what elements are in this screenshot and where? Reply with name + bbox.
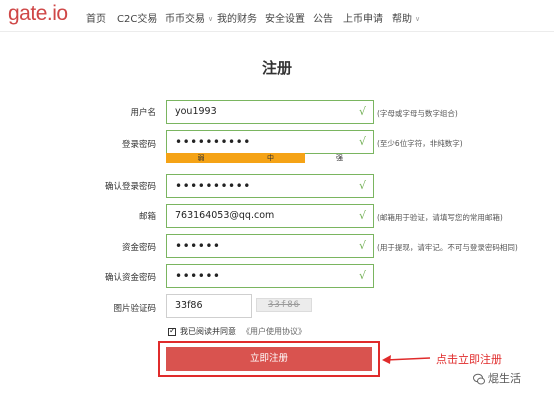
chevron-down-icon: ∨	[208, 15, 214, 23]
agreement-row: 我已阅读并同意《用户使用协议》	[168, 326, 306, 337]
nav-security[interactable]: 安全设置	[265, 10, 305, 25]
login-password-label: 登录密码	[121, 140, 156, 150]
confirm-fund-password-label: 确认资金密码	[104, 273, 156, 283]
check-icon: √	[358, 239, 366, 252]
nav-coin-trade[interactable]: 币币交易 ∨	[165, 10, 213, 25]
login-password-input[interactable]: •••••••••• √	[166, 130, 374, 154]
nav-help-label: 帮助	[392, 14, 412, 25]
check-icon: √	[358, 179, 366, 192]
email-hint: (邮箱用于验证，请填写您的常用邮箱)	[377, 213, 503, 222]
fund-password-hint: (用于提现，请牢记。不可与登录密码相同)	[377, 243, 518, 252]
nav-c2c[interactable]: C2C交易	[117, 10, 157, 25]
user-agreement-link[interactable]: 《用户使用协议》	[242, 327, 306, 336]
watermark: 焜生活	[473, 370, 521, 386]
password-strength-meter: 弱 中 强	[166, 153, 374, 163]
arrow-icon	[382, 355, 431, 364]
captcha-value: 33f86	[175, 300, 203, 311]
login-password-hint: (至少6位字符，非纯数字)	[377, 139, 463, 148]
watermark-text: 焜生活	[488, 372, 521, 385]
strength-weak-segment: 弱	[166, 153, 236, 163]
confirm-login-password-input[interactable]: •••••••••• √	[166, 174, 374, 198]
check-icon: √	[358, 269, 366, 282]
captcha-input[interactable]: 33f86	[166, 294, 252, 318]
nav-help[interactable]: 帮助 ∨	[392, 10, 420, 25]
nav-coin-trade-label: 币币交易	[165, 14, 205, 25]
logo-suffix: io	[52, 2, 68, 25]
chat-bubble-icon	[473, 373, 485, 385]
register-button[interactable]: 立即注册	[166, 347, 372, 371]
annotation-text: 点击立即注册	[436, 353, 502, 366]
nav-notice[interactable]: 公告	[313, 10, 333, 25]
check-icon: √	[358, 135, 366, 148]
captcha-image[interactable]: 33f86	[256, 298, 312, 312]
nav-listing[interactable]: 上币申请	[343, 10, 383, 25]
email-label: 邮箱	[138, 212, 156, 222]
confirm-fund-password-input[interactable]: •••••• √	[166, 264, 374, 288]
login-password-value: ••••••••••	[175, 135, 251, 149]
confirm-login-password-label: 确认登录密码	[104, 182, 156, 192]
strength-medium-segment: 中	[236, 153, 305, 163]
username-value: you1993	[175, 106, 217, 117]
email-value: 763164053@qq.com	[175, 210, 275, 221]
nav-my-finance[interactable]: 我的财务	[217, 10, 257, 25]
check-icon: √	[358, 105, 366, 118]
agreement-checkbox[interactable]	[168, 326, 176, 336]
top-navigation-bar: gate.io 首页 C2C交易 币币交易 ∨ 我的财务 安全设置 公告 上币申请…	[0, 0, 554, 32]
confirm-login-password-value: ••••••••••	[175, 179, 251, 193]
logo-text: gate	[8, 2, 47, 25]
chevron-down-icon: ∨	[415, 15, 421, 23]
nav-home[interactable]: 首页	[86, 10, 106, 25]
check-icon: √	[358, 209, 366, 222]
username-input[interactable]: you1993 √	[166, 100, 374, 124]
fund-password-value: ••••••	[175, 239, 221, 253]
username-hint: (字母或字母与数字组合)	[377, 109, 458, 118]
page-title: 注册	[261, 59, 292, 77]
strength-strong-segment: 强	[336, 154, 343, 162]
confirm-fund-password-value: ••••••	[175, 269, 221, 283]
username-label: 用户名	[130, 108, 156, 118]
captcha-label: 图片验证码	[113, 304, 156, 314]
fund-password-label: 资金密码	[121, 243, 156, 253]
fund-password-input[interactable]: •••••• √	[166, 234, 374, 258]
agreement-text: 我已阅读并同意	[180, 327, 236, 336]
gateio-logo[interactable]: gate.io	[8, 2, 68, 26]
email-input[interactable]: 763164053@qq.com √	[166, 204, 374, 228]
